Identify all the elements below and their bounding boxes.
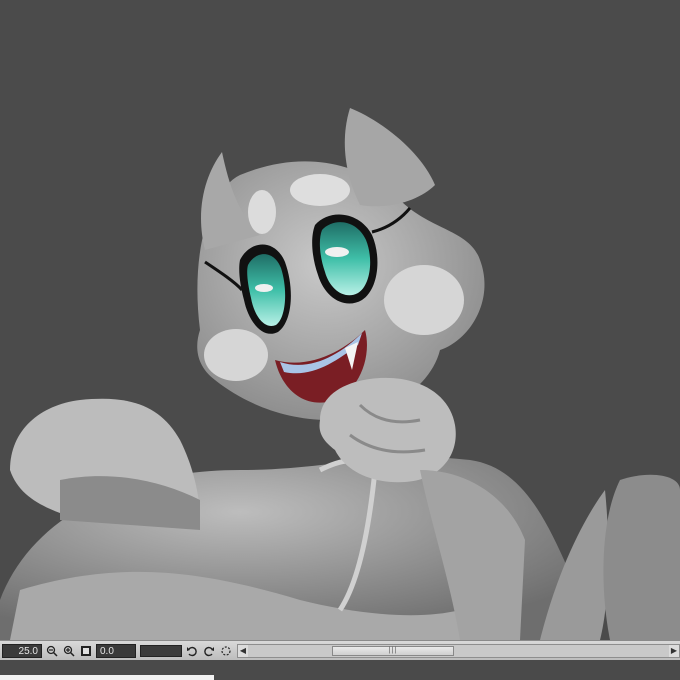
drawing-canvas[interactable] bbox=[0, 0, 680, 640]
scroll-grip: ||| bbox=[388, 647, 398, 654]
zoom-in-button[interactable] bbox=[62, 644, 76, 658]
rotate-left-button[interactable] bbox=[185, 644, 199, 658]
status-bar: 25.0 0.0 ◀ ||| ▶ bbox=[0, 640, 680, 660]
artwork bbox=[0, 108, 680, 640]
scroll-thumb[interactable]: ||| bbox=[332, 645, 454, 656]
reset-rotation-button[interactable] bbox=[219, 644, 233, 658]
eye-highlight bbox=[325, 247, 349, 257]
rotation-field[interactable]: 0.0 bbox=[96, 643, 136, 658]
rotate-left-icon bbox=[187, 646, 197, 656]
reset-rotation-icon bbox=[221, 645, 231, 656]
bottom-tab[interactable] bbox=[0, 675, 214, 680]
rotate-right-button[interactable] bbox=[202, 644, 216, 658]
scroll-track[interactable]: ||| bbox=[248, 645, 669, 657]
zoom-field[interactable]: 25.0 bbox=[2, 643, 42, 658]
right-ear bbox=[344, 108, 435, 207]
eye-highlight bbox=[255, 284, 273, 292]
fit-view-icon bbox=[81, 645, 91, 656]
zoom-out-icon bbox=[46, 645, 58, 657]
rotation-slider[interactable] bbox=[140, 644, 182, 657]
zoom-in-icon bbox=[63, 645, 75, 657]
fit-view-button[interactable] bbox=[79, 644, 93, 658]
left-cheek bbox=[204, 329, 268, 381]
scroll-left-arrow[interactable]: ◀ bbox=[238, 644, 248, 657]
horizontal-scrollbar[interactable]: ◀ ||| ▶ bbox=[237, 643, 680, 658]
scroll-right-arrow[interactable]: ▶ bbox=[669, 644, 679, 657]
rotate-right-icon bbox=[204, 646, 214, 656]
right-paw bbox=[603, 474, 680, 640]
right-cheek bbox=[384, 265, 464, 335]
zoom-out-button[interactable] bbox=[45, 644, 59, 658]
hair-tuft-2 bbox=[248, 190, 276, 234]
hair-tuft-1 bbox=[290, 174, 350, 206]
